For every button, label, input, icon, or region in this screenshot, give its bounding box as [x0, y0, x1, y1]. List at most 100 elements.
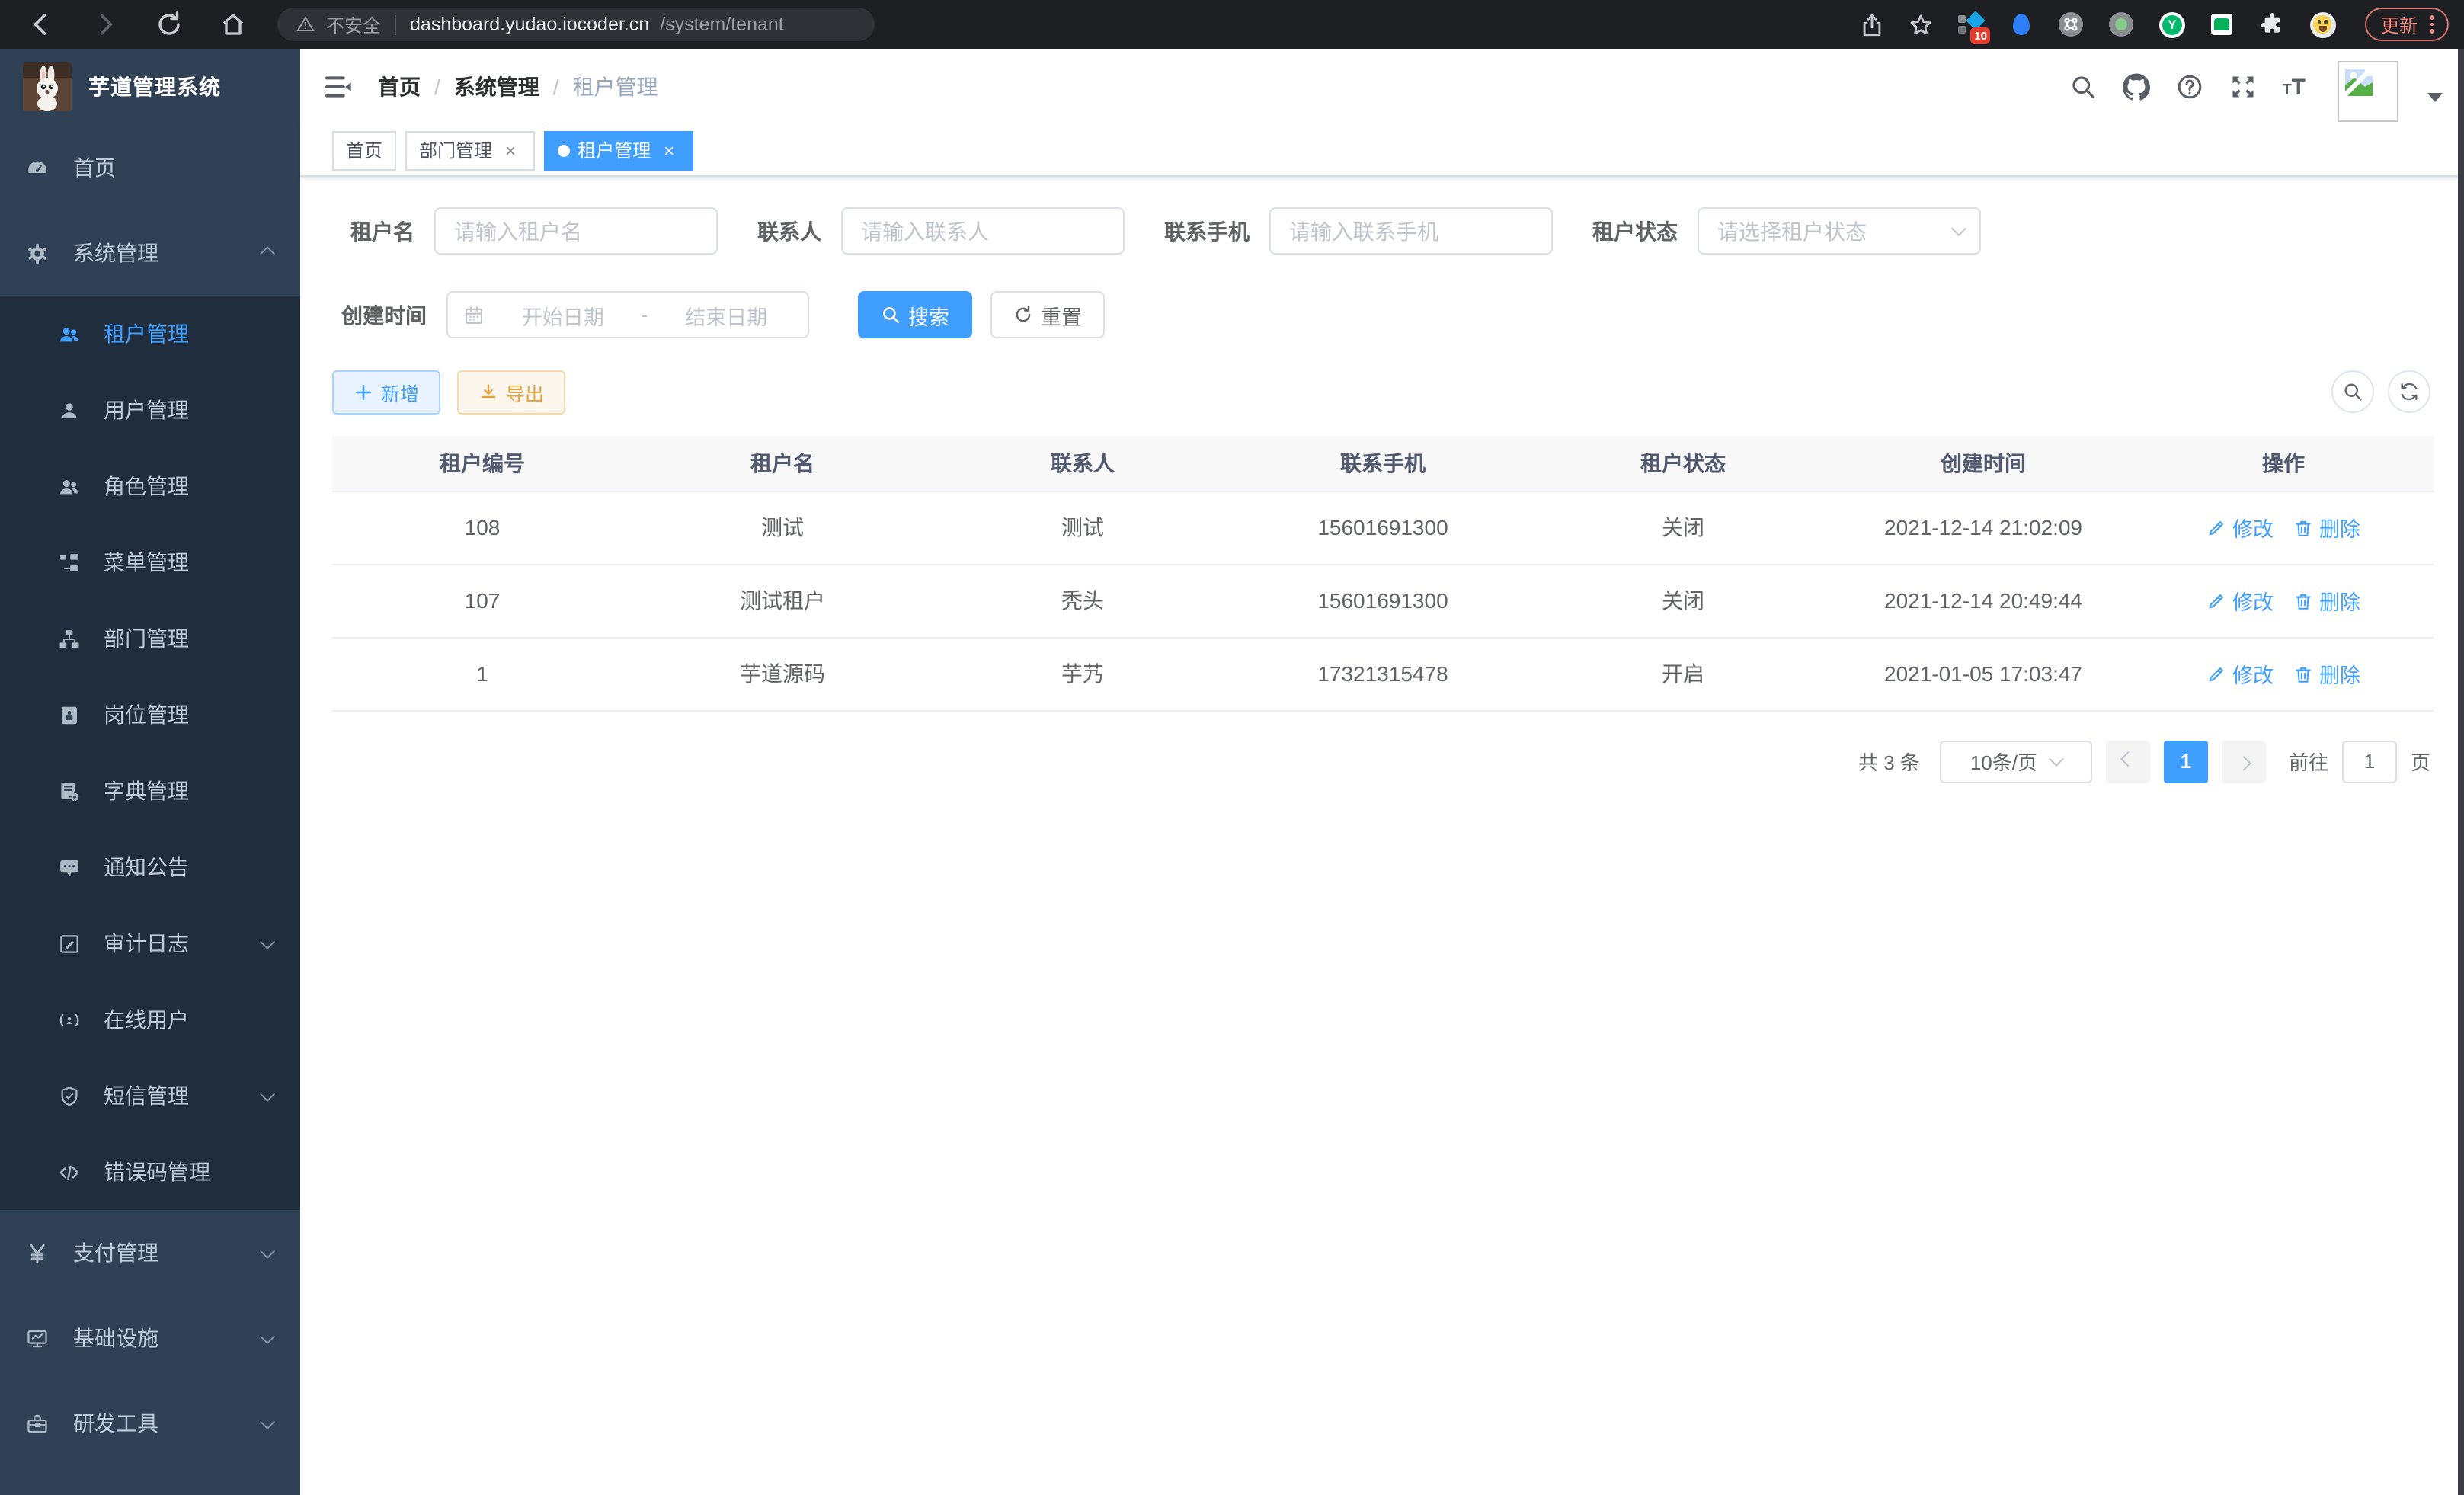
- tab-tenant[interactable]: 租户管理 ×: [544, 130, 693, 170]
- forward-icon[interactable]: [91, 11, 119, 38]
- home-icon[interactable]: [219, 11, 247, 38]
- cell-create-time: 2021-01-05 17:03:47: [1833, 637, 2133, 710]
- close-icon[interactable]: ×: [500, 139, 521, 161]
- reload-icon[interactable]: [155, 11, 183, 38]
- extension-recorder-icon[interactable]: [2108, 11, 2136, 38]
- text-size-icon[interactable]: TT: [2282, 75, 2306, 98]
- sidebar-item-sms[interactable]: 短信管理: [0, 1058, 300, 1134]
- browser-menu-icon[interactable]: [2430, 16, 2434, 34]
- extension-balloon-icon[interactable]: [2008, 11, 2035, 38]
- sidebar-item-notice[interactable]: 通知公告: [0, 829, 300, 905]
- back-icon[interactable]: [27, 11, 55, 38]
- search-button[interactable]: 搜索: [858, 291, 972, 338]
- sidebar-item-audit-log[interactable]: 审计日志: [0, 905, 300, 981]
- sidebar-logo[interactable]: 芋道管理系统: [0, 49, 300, 125]
- help-icon[interactable]: [2175, 73, 2203, 101]
- collapse-sidebar-icon[interactable]: [323, 72, 354, 102]
- sidebar-item-online-user[interactable]: 在线用户: [0, 981, 300, 1058]
- fullscreen-icon[interactable]: [2229, 73, 2256, 101]
- sidebar-item-home[interactable]: 首页: [0, 125, 300, 210]
- delete-link[interactable]: 删除: [2293, 585, 2360, 616]
- filter-tenant-name: 租户名: [350, 207, 718, 255]
- edit-link[interactable]: 修改: [2206, 512, 2274, 543]
- tab-dept[interactable]: 部门管理 ×: [405, 130, 535, 170]
- page-size-select[interactable]: 10条/页: [1940, 740, 2092, 783]
- extensions-puzzle-icon[interactable]: [2259, 11, 2286, 38]
- sidebar-item-post[interactable]: 岗位管理: [0, 677, 300, 753]
- toggle-search-button[interactable]: [2331, 370, 2374, 413]
- avatar-dropdown-icon[interactable]: [2427, 93, 2443, 102]
- security-label[interactable]: 不安全: [326, 11, 381, 37]
- table-setting-buttons: [2331, 370, 2430, 413]
- sidebar-item-dev-tools[interactable]: 研发工具: [0, 1381, 300, 1466]
- extension-badge: 10: [1970, 27, 1991, 44]
- profile-avatar-icon[interactable]: [2309, 11, 2337, 38]
- delete-link[interactable]: 删除: [2293, 658, 2360, 689]
- next-page-button[interactable]: [2222, 740, 2266, 783]
- message-icon: [58, 856, 81, 879]
- github-icon[interactable]: [2122, 73, 2149, 101]
- tab-home[interactable]: 首页: [332, 130, 396, 170]
- extension-chat-icon[interactable]: [2209, 11, 2236, 38]
- breadcrumb-home[interactable]: 首页: [378, 72, 421, 102]
- add-button[interactable]: 新增: [332, 370, 440, 415]
- user-avatar[interactable]: [2338, 61, 2398, 122]
- col-status: 租户状态: [1533, 436, 1833, 491]
- cell-status: 关闭: [1533, 491, 1833, 564]
- filter-contact: 联系人: [757, 207, 1125, 255]
- edit-link[interactable]: 修改: [2206, 658, 2274, 689]
- prev-page-button[interactable]: [2106, 740, 2150, 783]
- sidebar-item-dept[interactable]: 部门管理: [0, 600, 300, 677]
- tenant-name-label: 租户名: [350, 216, 414, 246]
- top-navbar: 首页 / 系统管理 / 租户管理 TT: [300, 49, 2464, 125]
- sidebar-item-label: 短信管理: [104, 1080, 239, 1111]
- sidebar-item-infra[interactable]: 基础设施: [0, 1295, 300, 1381]
- delete-link[interactable]: 删除: [2293, 512, 2360, 543]
- export-button[interactable]: 导出: [457, 370, 565, 415]
- filter-status: 租户状态 请选择租户状态: [1592, 207, 1981, 255]
- url-host: dashboard.yudao.iocoder.cn: [410, 14, 649, 35]
- search-icon[interactable]: [2069, 73, 2096, 101]
- extension-yuque-icon[interactable]: Y: [2158, 11, 2186, 38]
- refresh-table-button[interactable]: [2388, 370, 2430, 413]
- sidebar-item-user[interactable]: 用户管理: [0, 372, 300, 448]
- date-range-picker[interactable]: 开始日期 - 结束日期: [446, 291, 809, 338]
- cell-mobile: 17321315478: [1233, 637, 1533, 710]
- users-icon: [58, 475, 81, 498]
- page-number-1[interactable]: 1: [2164, 740, 2208, 783]
- sidebar-item-role[interactable]: 角色管理: [0, 448, 300, 524]
- sidebar-item-menu[interactable]: 菜单管理: [0, 524, 300, 600]
- sidebar-item-error-code[interactable]: 错误码管理: [0, 1134, 300, 1210]
- tenant-name-input[interactable]: [434, 207, 718, 255]
- col-actions: 操作: [2133, 436, 2434, 491]
- breadcrumb-current: 租户管理: [573, 72, 658, 102]
- extension-pin-icon[interactable]: 10: [1957, 11, 1985, 38]
- bookmark-star-icon[interactable]: [1909, 11, 1934, 37]
- search-button-label: 搜索: [908, 299, 949, 330]
- sidebar-item-dict[interactable]: 字典管理: [0, 753, 300, 829]
- sidebar-item-tenant[interactable]: 租户管理: [0, 296, 300, 372]
- close-icon[interactable]: ×: [658, 139, 680, 161]
- cell-tenant-name: 测试租户: [632, 564, 933, 637]
- org-icon: [58, 627, 81, 650]
- sidebar-item-pay[interactable]: 支付管理: [0, 1210, 300, 1295]
- goto-page-input[interactable]: [2342, 740, 2397, 783]
- trash-icon: [2293, 591, 2313, 610]
- browser-toolbar: 不安全 dashboard.yudao.iocoder.cn/system/te…: [0, 0, 2464, 49]
- edit-link[interactable]: 修改: [2206, 585, 2274, 616]
- share-icon[interactable]: [1860, 11, 1886, 37]
- reset-button[interactable]: 重置: [990, 291, 1105, 338]
- url-path: /system/tenant: [660, 14, 784, 35]
- chevron-down-icon: [260, 1328, 275, 1343]
- breadcrumb-system[interactable]: 系统管理: [454, 72, 539, 102]
- window-scrollbar-strip[interactable]: [2458, 49, 2464, 1495]
- status-select[interactable]: 请选择租户状态: [1698, 207, 1981, 255]
- extension-command-icon[interactable]: [2058, 11, 2085, 38]
- mobile-input[interactable]: [1269, 207, 1553, 255]
- sidebar-item-system[interactable]: 系统管理: [0, 210, 300, 296]
- cell-mobile: 15601691300: [1233, 491, 1533, 564]
- sidebar-item-label: 错误码管理: [104, 1157, 273, 1187]
- address-bar[interactable]: 不安全 dashboard.yudao.iocoder.cn/system/te…: [277, 8, 875, 41]
- contact-input[interactable]: [841, 207, 1125, 255]
- browser-update-button[interactable]: 更新: [2366, 8, 2449, 41]
